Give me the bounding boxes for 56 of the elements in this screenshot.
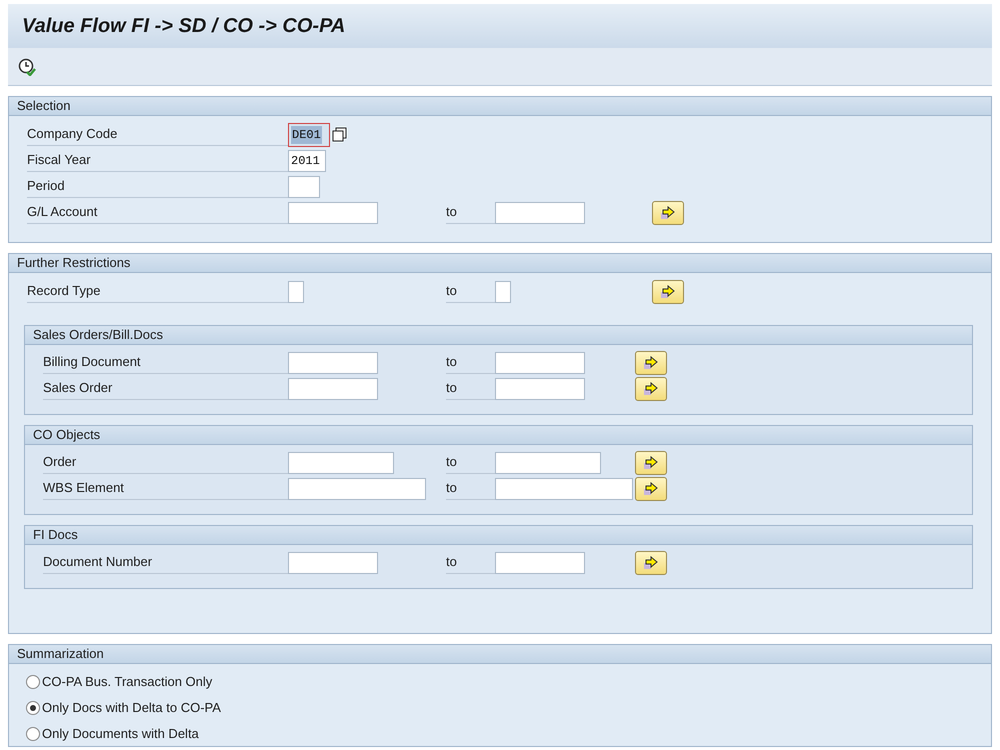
input-field[interactable]	[288, 202, 378, 224]
arrow-right-icon	[643, 456, 659, 470]
field-label: Order	[43, 452, 288, 474]
input-field[interactable]	[495, 281, 511, 303]
arrow-right-icon	[660, 206, 676, 220]
field-label: Period	[27, 176, 288, 198]
multiple-selection-button[interactable]	[652, 280, 684, 304]
radio-option[interactable]: Only Documents with Delta	[26, 721, 199, 747]
radio-option[interactable]: CO-PA Bus. Transaction Only	[26, 669, 212, 695]
input-field[interactable]: 2011	[288, 150, 326, 172]
input-field[interactable]	[495, 352, 585, 374]
input-field[interactable]	[495, 452, 601, 474]
radio-button[interactable]	[26, 675, 40, 689]
input-field[interactable]	[288, 352, 378, 374]
multiple-selection-button[interactable]	[635, 477, 667, 501]
radio-option[interactable]: Only Docs with Delta to CO-PA	[26, 695, 221, 721]
multiple-selection-button[interactable]	[635, 351, 667, 375]
group-header: Selection	[9, 97, 991, 116]
multiple-selection-button[interactable]	[652, 201, 684, 225]
group-header: FI Docs	[25, 526, 972, 545]
group-header: Further Restrictions	[9, 254, 991, 273]
input-field[interactable]	[495, 202, 585, 224]
field-label: Sales Order	[43, 378, 288, 400]
group-header: Sales Orders/Bill.Docs	[25, 326, 972, 345]
input-field[interactable]	[495, 552, 585, 574]
group-header: CO Objects	[25, 426, 972, 445]
field-label: Record Type	[27, 281, 288, 303]
field-label: Document Number	[43, 552, 288, 574]
multiple-selection-button[interactable]	[635, 451, 667, 475]
field-label: G/L Account	[27, 202, 288, 224]
field-label: Fiscal Year	[27, 150, 288, 172]
group-header: Summarization	[9, 645, 991, 664]
arrow-right-icon	[643, 556, 659, 570]
input-field[interactable]	[495, 478, 633, 500]
input-field[interactable]	[495, 378, 585, 400]
input-field[interactable]	[288, 378, 378, 400]
radio-button[interactable]	[26, 701, 40, 715]
arrow-right-icon	[643, 382, 659, 396]
multiple-selection-button[interactable]	[635, 551, 667, 575]
field-label: Company Code	[27, 124, 288, 146]
input-field[interactable]	[288, 452, 394, 474]
input-field[interactable]	[288, 478, 426, 500]
copy-icon[interactable]	[332, 127, 348, 143]
radio-button[interactable]	[26, 727, 40, 741]
arrow-right-icon	[643, 482, 659, 496]
field-label: Billing Document	[43, 352, 288, 374]
arrow-right-icon	[660, 285, 676, 299]
arrow-right-icon	[643, 356, 659, 370]
input-field[interactable]	[288, 176, 320, 198]
multiple-selection-button[interactable]	[635, 377, 667, 401]
input-field[interactable]	[288, 281, 304, 303]
window-title: Value Flow FI -> SD / CO -> CO-PA	[22, 14, 346, 39]
input-field[interactable]	[288, 552, 378, 574]
field-label: WBS Element	[43, 478, 288, 500]
execute-icon[interactable]	[18, 58, 36, 76]
input-field[interactable]: DE01	[288, 123, 330, 147]
